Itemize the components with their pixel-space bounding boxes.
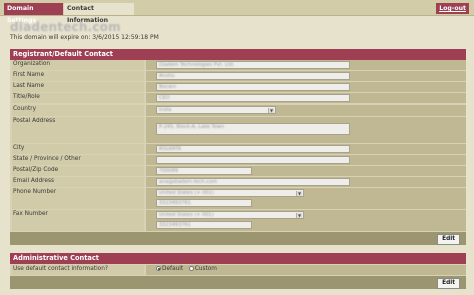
default-radio-label: Default (162, 266, 184, 272)
phone-country-select[interactable]: United States (+ 001) ▼ (156, 189, 304, 197)
fax-row: Fax Number United States (+ 001) ▼ 332349… (10, 210, 466, 231)
registrant-edit-button[interactable]: Edit (437, 234, 460, 245)
organization-label: Organization (12, 60, 144, 70)
title-role-label: Title/Role (12, 93, 144, 103)
last-name-label: Last Name (12, 82, 144, 92)
expiry-text: This domain will expire on: 3/6/2015 12:… (10, 34, 159, 41)
phone-field[interactable]: 3323493761 (156, 199, 252, 207)
email-row: Email Address ana@diadem-tech.com (10, 177, 466, 187)
country-label: Country (12, 105, 144, 116)
phone-row: Phone Number United States (+ 001) ▼ 3323… (10, 188, 466, 209)
default-contact-label: Use default contact information? (12, 265, 144, 275)
organization-row: Organization Diadem Technologies Pvt. Lt… (10, 60, 466, 70)
administrative-panel-footer: Edit (10, 276, 466, 289)
default-radio[interactable] (156, 266, 161, 271)
postal-address-label: Postal Address (12, 117, 144, 143)
chevron-down-icon: ▼ (296, 191, 302, 196)
fax-label: Fax Number (12, 210, 144, 231)
title-role-row: Title/Role CEO (10, 93, 466, 103)
tab-domain-settings[interactable]: Domain Settings (4, 3, 63, 24)
first-name-row: First Name Anshu (10, 71, 466, 81)
email-field[interactable]: ana@diadem-tech.com (156, 178, 350, 186)
first-name-field[interactable]: Anshu (156, 72, 350, 80)
tab-contact-information[interactable]: Contact Information (64, 3, 134, 24)
postal-code-row: Postal/Zip Code 700089 (10, 166, 466, 176)
registrant-panel-title: Registrant/Default Contact (10, 49, 466, 60)
country-row: Country India ▼ (10, 105, 466, 116)
postal-code-field[interactable]: 700089 (156, 167, 252, 175)
last-name-field[interactable]: Bocani (156, 83, 350, 91)
administrative-panel: Administrative Contact Use default conta… (10, 253, 466, 289)
chevron-down-icon: ▼ (296, 213, 302, 218)
custom-radio-label: Custom (194, 266, 217, 272)
administrative-edit-button[interactable]: Edit (437, 278, 460, 289)
state-label: State / Province / Other (12, 155, 144, 165)
city-field[interactable]: KOLKATA (156, 145, 350, 153)
custom-radio[interactable] (188, 266, 194, 271)
registrant-panel-footer: Edit (10, 232, 466, 245)
fax-country-select[interactable]: United States (+ 001) ▼ (156, 211, 304, 219)
top-nav-bar: Domain Settings Contact Information Log-… (0, 0, 474, 24)
registrant-panel: Registrant/Default Contact Organization … (10, 49, 466, 245)
postal-address-field[interactable]: P-245, Block-A, Lake Town (156, 123, 350, 135)
chevron-down-icon: ▼ (268, 108, 274, 113)
fax-field[interactable]: 3323493761 (156, 221, 252, 229)
city-row: City KOLKATA (10, 144, 466, 154)
postal-code-label: Postal/Zip Code (12, 166, 144, 176)
domain-name-title: diadentech.com (10, 20, 121, 34)
state-row: State / Province / Other (10, 155, 466, 165)
email-label: Email Address (12, 177, 144, 187)
administrative-panel-title: Administrative Contact (10, 253, 466, 264)
title-role-field[interactable]: CEO (156, 94, 350, 102)
city-label: City (12, 144, 144, 154)
state-field[interactable] (156, 156, 350, 164)
logout-link[interactable]: Log-out (436, 3, 469, 14)
postal-address-row: Postal Address P-245, Block-A, Lake Town (10, 117, 466, 143)
organization-field[interactable]: Diadem Technologies Pvt. Ltd. (156, 61, 350, 69)
phone-label: Phone Number (12, 188, 144, 209)
default-contact-row: Use default contact information? Default… (10, 265, 466, 275)
first-name-label: First Name (12, 71, 144, 81)
country-select[interactable]: India ▼ (156, 106, 276, 114)
last-name-row: Last Name Bocani (10, 82, 466, 92)
